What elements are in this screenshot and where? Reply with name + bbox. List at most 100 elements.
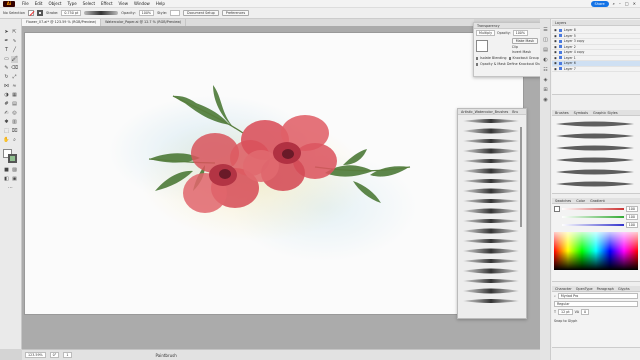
tab-watercolor-paper[interactable]: Watercolor_Paper.ai @ 12.7 % (RGB/Previe… xyxy=(101,19,187,26)
eye-icon[interactable]: ◉ xyxy=(554,61,557,65)
r-slider[interactable] xyxy=(562,208,624,210)
mask-thumbnail[interactable] xyxy=(476,40,488,52)
warp-tool-icon[interactable]: ≈ xyxy=(11,83,18,90)
brush-strokes-list[interactable] xyxy=(461,117,523,313)
direct-selection-icon[interactable]: ⇱ xyxy=(11,29,18,36)
menu-select[interactable]: Select xyxy=(80,1,98,6)
scale-tool-icon[interactable]: ⤢ xyxy=(11,74,18,81)
shape-builder-icon[interactable]: ◑ xyxy=(3,92,10,99)
align-icon[interactable]: ☷ xyxy=(542,67,549,74)
menu-window[interactable]: Window xyxy=(131,1,153,6)
rotation-field[interactable]: 0° xyxy=(49,352,60,358)
font-size-field[interactable]: 12 pt xyxy=(558,309,573,315)
selection-tool-icon[interactable]: ➤ xyxy=(3,29,10,36)
slice-tool-icon[interactable]: ⌧ xyxy=(11,128,18,135)
menu-object[interactable]: Object xyxy=(45,1,64,6)
menu-file[interactable]: File xyxy=(19,1,32,6)
maximize-icon[interactable]: □ xyxy=(625,1,629,6)
tab-glyphs[interactable]: Glyphs xyxy=(618,286,630,291)
appearance-icon[interactable]: ◉ xyxy=(542,97,549,104)
color-mode-icon[interactable]: ■ xyxy=(3,167,10,174)
eyedropper-icon[interactable]: ✍ xyxy=(3,110,10,117)
tab-graphic-styles[interactable]: Graphic Styles xyxy=(593,110,618,115)
type-tool-icon[interactable]: T xyxy=(3,47,10,54)
perspective-grid-icon[interactable]: ▦ xyxy=(11,92,18,99)
more-tools-icon[interactable]: ⋯ xyxy=(7,185,14,192)
graph-tool-icon[interactable]: ▥ xyxy=(11,119,18,126)
layer-row-7[interactable]: ◉ Layer 7 xyxy=(552,67,640,72)
search-icon[interactable]: ⌕ xyxy=(613,1,615,6)
properties-icon[interactable]: ☰ xyxy=(542,27,549,34)
tab-paragraph[interactable]: Paragraph xyxy=(597,286,614,291)
fill-swatch-icon[interactable] xyxy=(28,10,35,16)
paintbrush-tool-icon[interactable]: 🖌 xyxy=(11,56,18,63)
transform-icon[interactable]: ⊞ xyxy=(542,87,549,94)
width-tool-icon[interactable]: ⋈ xyxy=(3,83,10,90)
brush-preview[interactable] xyxy=(84,11,119,15)
zoom-field[interactable]: 123.59% xyxy=(25,352,46,358)
invert-mask-checkbox[interactable]: Invert Mask xyxy=(512,50,538,54)
artboard-number-field[interactable]: 1 xyxy=(63,352,72,358)
zoom-tool-icon[interactable]: ⌕ xyxy=(11,137,18,144)
b-value[interactable]: 100 xyxy=(625,222,638,228)
b-slider[interactable] xyxy=(562,224,624,226)
mesh-tool-icon[interactable]: # xyxy=(3,101,10,108)
font-style-field[interactable]: Regular xyxy=(554,301,638,307)
eye-icon[interactable]: ◉ xyxy=(554,39,557,43)
draw-mode-icon[interactable]: ◧ xyxy=(3,176,10,183)
opacity-mask-checkbox[interactable] xyxy=(476,62,478,66)
pencil-tool-icon[interactable]: ✎ xyxy=(3,65,10,72)
blend-tool-icon[interactable]: ◎ xyxy=(11,110,18,117)
style-dropdown[interactable] xyxy=(170,10,181,16)
font-family-field[interactable]: Myriad Pro xyxy=(557,293,638,299)
blend-mode-dropdown[interactable]: Multiply xyxy=(476,30,496,36)
rectangle-tool-icon[interactable]: ▭ xyxy=(3,56,10,63)
preferences-button[interactable]: Preferences xyxy=(221,10,250,16)
gradient-tool-icon[interactable]: ▤ xyxy=(11,101,18,108)
menu-view[interactable]: View xyxy=(116,1,132,6)
menu-effect[interactable]: Effect xyxy=(98,1,116,6)
document-setup-button[interactable]: Document Setup xyxy=(183,10,219,16)
tab-symbols[interactable]: Symbols xyxy=(574,110,588,115)
hand-tool-icon[interactable]: ✋ xyxy=(3,137,10,144)
eye-icon[interactable]: ◉ xyxy=(554,50,557,54)
artboard-tool-icon[interactable]: ⬚ xyxy=(3,128,10,135)
eye-icon[interactable]: ◉ xyxy=(554,34,557,38)
symbol-sprayer-icon[interactable]: ✱ xyxy=(3,119,10,126)
tab-swatches[interactable]: Swatches xyxy=(555,198,571,203)
color-spectrum[interactable] xyxy=(554,232,638,270)
pathfinder-icon[interactable]: ◈ xyxy=(542,77,549,84)
pen-tool-icon[interactable]: ✒ xyxy=(3,38,10,45)
r-value[interactable]: 100 xyxy=(625,206,638,212)
g-slider[interactable] xyxy=(562,216,624,218)
screen-mode-icon[interactable]: ▣ xyxy=(11,176,18,183)
clip-checkbox[interactable]: Clip xyxy=(512,45,538,49)
menu-help[interactable]: Help xyxy=(153,1,168,6)
isolate-blending-checkbox[interactable] xyxy=(476,56,478,60)
eraser-tool-icon[interactable]: ⌫ xyxy=(11,65,18,72)
libraries-icon[interactable]: ▤ xyxy=(542,47,549,54)
tab-character[interactable]: Character xyxy=(555,286,572,291)
eye-icon[interactable]: ◉ xyxy=(554,67,557,71)
eye-icon[interactable]: ◉ xyxy=(554,45,557,49)
make-mask-button[interactable]: Make Mask xyxy=(511,38,538,44)
tab-opentype[interactable]: OpenType xyxy=(576,286,593,291)
close-icon[interactable]: ✕ xyxy=(633,1,636,6)
tab-brushes[interactable]: Brushes xyxy=(555,110,569,115)
tab-flower[interactable]: Flower_07.ai* @ 123.59 % (RGB/Preview) xyxy=(22,19,102,26)
brush-library-tab2[interactable]: Bru xyxy=(512,109,518,114)
stroke-weight-field[interactable]: 0.750 pt xyxy=(61,10,82,16)
opacity-field[interactable]: 100% xyxy=(512,30,529,36)
g-value[interactable]: 100 xyxy=(625,214,638,220)
minimize-icon[interactable]: – xyxy=(619,1,621,6)
gradient-mode-icon[interactable]: ▨ xyxy=(11,167,18,174)
rotate-tool-icon[interactable]: ↻ xyxy=(3,74,10,81)
menu-edit[interactable]: Edit xyxy=(32,1,46,6)
stroke-color-icon[interactable] xyxy=(8,154,17,163)
line-tool-icon[interactable]: ╱ xyxy=(11,47,18,54)
opacity-field[interactable]: 100% xyxy=(138,10,155,16)
tab-gradient[interactable]: Gradient xyxy=(590,198,605,203)
curvature-tool-icon[interactable]: ∿ xyxy=(11,38,18,45)
artboard[interactable] xyxy=(24,32,524,315)
tab-color[interactable]: Color xyxy=(576,198,585,203)
